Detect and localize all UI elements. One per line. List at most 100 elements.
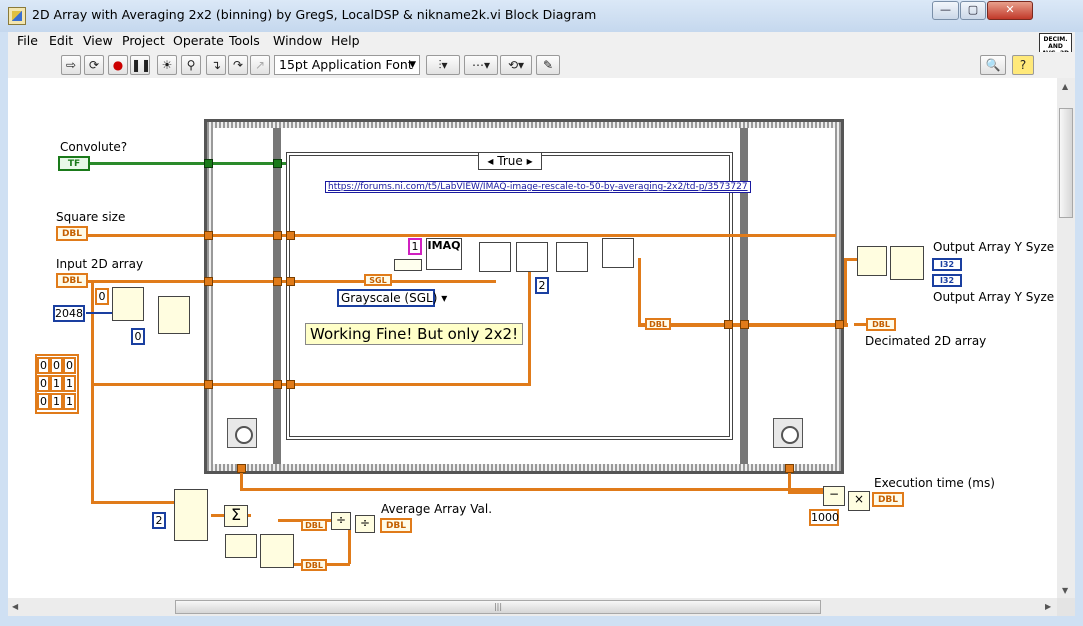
multiply-node[interactable]: ×	[848, 491, 870, 511]
run-continuously-icon[interactable]: ⟳	[84, 55, 104, 75]
imaq-image-to-array-node[interactable]	[602, 238, 634, 268]
horizontal-scroll-thumb[interactable]: |||	[175, 600, 821, 614]
imaq-resample-node[interactable]	[479, 242, 511, 272]
subtract-node[interactable]: −	[823, 486, 845, 506]
constant-1000[interactable]: 1000	[809, 509, 839, 526]
menu-help[interactable]: Help	[331, 33, 360, 48]
menu-tools[interactable]: Tools	[229, 33, 260, 48]
menu-file[interactable]: File	[17, 33, 38, 48]
convolute-terminal[interactable]: TF	[58, 156, 90, 171]
tunnel	[273, 159, 282, 168]
step-out-icon[interactable]: ↗	[250, 55, 270, 75]
help-icon[interactable]: ?	[1012, 55, 1034, 75]
dbl-conversion[interactable]: DBL	[301, 519, 327, 531]
step-into-icon[interactable]: ↴	[206, 55, 226, 75]
constant-0[interactable]: 0	[95, 288, 109, 305]
imaq-dispose-node[interactable]	[556, 242, 588, 272]
minimize-button[interactable]: —	[932, 1, 959, 20]
matrix-cell[interactable]: 1	[63, 393, 76, 410]
menu-edit[interactable]: Edit	[49, 33, 73, 48]
search-icon[interactable]: 🔍	[980, 55, 1006, 75]
array-size-node[interactable]	[225, 534, 257, 558]
index-array-node[interactable]	[260, 534, 294, 568]
comment-note[interactable]: Working Fine! But only 2x2!	[305, 323, 524, 345]
wire-to-output	[844, 258, 858, 261]
retain-wire-values-icon[interactable]: ⚲	[181, 55, 201, 75]
forum-link[interactable]: https://forums.ni.com/t5/LabVIEW/IMAQ-im…	[325, 181, 751, 193]
sequence-frame-3	[748, 128, 835, 464]
pause-icon[interactable]: ❚❚	[130, 55, 151, 75]
wire-matrix	[91, 383, 531, 386]
align-icon[interactable]: ⫶▾	[426, 55, 460, 75]
sgl-terminal[interactable]: SGL	[364, 274, 392, 286]
output-y-syze-terminal[interactable]: I32	[932, 258, 962, 271]
constant-1[interactable]: 1	[408, 238, 422, 255]
matrix-cell[interactable]: 1	[50, 375, 63, 392]
vi-app-icon[interactable]	[8, 7, 26, 25]
scroll-left-icon[interactable]: ◀	[12, 602, 18, 611]
vertical-scroll-thumb[interactable]	[1059, 108, 1073, 218]
font-select[interactable]: 15pt Application Font ▼	[274, 55, 420, 75]
distribute-icon[interactable]: ⋯▾	[464, 55, 498, 75]
avg-val-terminal[interactable]: DBL	[380, 518, 412, 533]
imaq-create-node[interactable]: IMAQ	[426, 238, 462, 270]
matrix-cell[interactable]: 1	[50, 393, 63, 410]
cleanup-icon[interactable]: ✎	[536, 55, 560, 75]
menu-project[interactable]: Project	[122, 33, 165, 48]
array-subset-node[interactable]	[112, 287, 144, 321]
string-constant[interactable]	[394, 259, 422, 271]
constant-2048[interactable]: 2048	[53, 305, 85, 322]
sum-node[interactable]: Σ	[224, 505, 248, 527]
imaq-label: IMAQ	[427, 239, 461, 252]
imaq-operator-node[interactable]	[516, 242, 548, 272]
highlight-execution-icon[interactable]: ☀	[157, 55, 177, 75]
tick-count-icon[interactable]	[773, 418, 803, 448]
matrix-cell[interactable]: 0	[37, 357, 50, 374]
block-diagram[interactable]: ◂ True ▸ https://forums.ni.com/t5/LabVIE…	[8, 78, 1057, 598]
close-button[interactable]: ✕	[987, 1, 1033, 20]
menu-window[interactable]: Window	[273, 33, 322, 48]
reorder-icon[interactable]: ⟲▾	[500, 55, 532, 75]
image-type-value: Grayscale (SGL)	[341, 291, 438, 305]
exec-time-terminal[interactable]: DBL	[872, 492, 904, 507]
step-over-icon[interactable]: ↷	[228, 55, 248, 75]
divide-node[interactable]: ÷	[331, 512, 351, 530]
array-subset-node[interactable]	[174, 489, 208, 541]
scroll-right-icon[interactable]: ▶	[1045, 602, 1051, 611]
case-selector-value: True	[497, 154, 523, 168]
input-array-terminal[interactable]: DBL	[56, 273, 88, 288]
reshape-array-node[interactable]	[158, 296, 190, 334]
maximize-button[interactable]: ▢	[960, 1, 986, 20]
matrix-cell[interactable]: 1	[63, 375, 76, 392]
dbl-conversion[interactable]: DBL	[301, 559, 327, 571]
constant-2[interactable]: 2	[535, 277, 549, 294]
tick-count-icon[interactable]	[227, 418, 257, 448]
tunnel	[204, 159, 213, 168]
case-selector[interactable]: ◂ True ▸	[478, 152, 542, 170]
matrix-cell[interactable]: 0	[37, 375, 50, 392]
wire-square-size	[86, 234, 836, 237]
constant-0[interactable]: 0	[131, 328, 145, 345]
index-array-node[interactable]	[890, 246, 924, 280]
avg-val-label: Average Array Val.	[381, 502, 493, 516]
output-y-syze-2-terminal[interactable]: I32	[932, 274, 962, 287]
menu-operate[interactable]: Operate	[173, 33, 224, 48]
scroll-up-icon[interactable]: ▲	[1062, 82, 1068, 91]
constant-2[interactable]: 2	[152, 512, 166, 529]
run-arrow-icon[interactable]: ⇨	[61, 55, 81, 75]
divide-node[interactable]: ÷	[355, 515, 375, 533]
image-type-ring[interactable]: Grayscale (SGL) ▾	[337, 289, 447, 307]
menu-view[interactable]: View	[83, 33, 113, 48]
matrix-cell[interactable]: 0	[37, 393, 50, 410]
abort-icon[interactable]: ●	[108, 55, 128, 75]
matrix-cell[interactable]: 0	[50, 357, 63, 374]
tunnel	[204, 231, 213, 240]
array-size-node[interactable]	[857, 246, 887, 276]
scroll-down-icon[interactable]: ▼	[1062, 586, 1068, 595]
tunnel	[740, 320, 749, 329]
dbl-conversion[interactable]: DBL	[645, 318, 671, 330]
tunnel	[724, 320, 733, 329]
matrix-cell[interactable]: 0	[63, 357, 76, 374]
decimated-terminal[interactable]: DBL	[866, 318, 896, 331]
square-size-terminal[interactable]: DBL	[56, 226, 88, 241]
